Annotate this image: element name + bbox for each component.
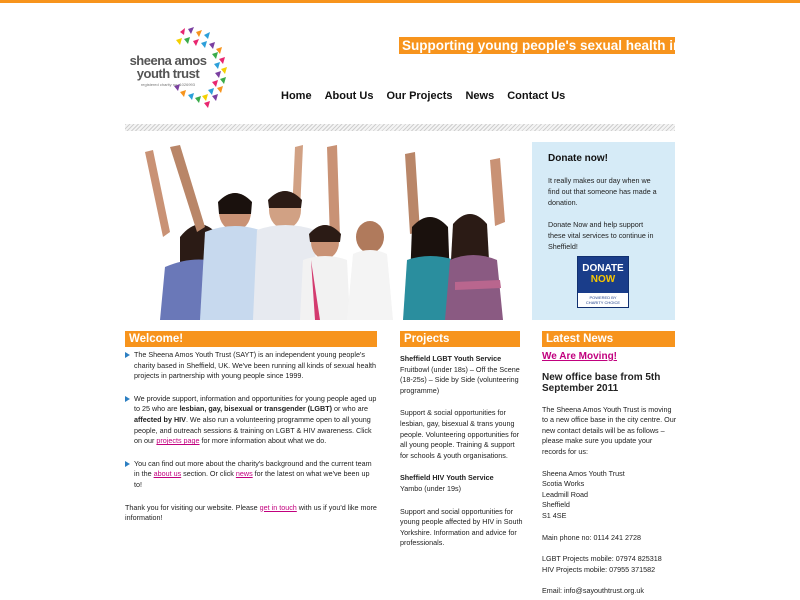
news-intro: The Sheena Amos Youth Trust is moving to…: [542, 404, 677, 456]
project-1-title: Sheffield LGBT Youth Service: [400, 354, 502, 363]
get-in-touch-link[interactable]: get in touch: [260, 503, 297, 512]
news-column: We Are Moving! New office base from 5th …: [542, 351, 677, 600]
welcome-item-1-text: The Sheena Amos Youth Trust (SAYT) is an…: [134, 350, 377, 381]
news-address: Sheena Amos Youth Trust Scotia Works Lea…: [542, 469, 677, 522]
lgbt-mobile: LGBT Projects mobile: 07974 825318: [542, 554, 662, 564]
welcome-item-3-text-b: section. Or click: [181, 469, 236, 479]
nav-contact-us[interactable]: Contact Us: [507, 90, 565, 102]
donate-heading: Donate now!: [548, 153, 608, 164]
projects-heading: Projects: [400, 331, 520, 347]
site-tagline: Supporting young people's sexual health …: [399, 37, 746, 54]
donate-btn-powered: POWERED BY CHARITY CHOICE: [578, 293, 628, 307]
we-are-moving-link[interactable]: We Are Moving!: [542, 351, 677, 363]
young-people-photo-icon: [125, 142, 528, 320]
logo-name-line2: youth trust: [136, 66, 200, 81]
address-line-5: S1 4SE: [542, 510, 567, 520]
logo-wordmark: sheena amos youth trust registered chari…: [128, 54, 208, 87]
project-2-title: Sheffield HIV Youth Service: [400, 473, 494, 483]
main-nav: Home About Us Our Projects News Contact …: [281, 90, 578, 102]
news-link[interactable]: news: [236, 469, 253, 478]
welcome-item-3: You can find out more about the charity'…: [125, 459, 377, 491]
donate-btn-line1: DONATE: [582, 263, 624, 274]
news-main-phone: Main phone no: 0114 241 2728: [542, 532, 641, 542]
project-2-subtitle: Yambo (under 19s): [400, 483, 461, 493]
welcome-column: The Sheena Amos Youth Trust (SAYT) is an…: [125, 350, 377, 524]
welcome-item-2-text-c: or who are: [332, 404, 368, 414]
donate-text-1: It really makes our day when we find out…: [548, 176, 657, 207]
welcome-item-2: We provide support, information and oppo…: [125, 394, 377, 447]
nav-home[interactable]: Home: [281, 90, 312, 102]
welcome-item-2-lgbt: lesbian, gay, bisexual or transgender (L…: [179, 404, 332, 414]
welcome-closing-text-a: Thank you for visiting our website. Plea…: [125, 502, 260, 512]
site-logo[interactable]: sheena amos youth trust registered chari…: [128, 26, 238, 116]
welcome-item-1: The Sheena Amos Youth Trust (SAYT) is an…: [125, 350, 377, 382]
striped-divider: [125, 124, 675, 131]
logo-charity-number: registered charity no. 1026993: [140, 82, 196, 87]
hero-photo: [125, 142, 528, 320]
project-2-description: Support and social opportunities for you…: [400, 506, 523, 548]
news-office-headline: New office base from 5th September 2011: [542, 371, 661, 395]
projects-page-link[interactable]: projects page: [156, 436, 199, 445]
welcome-item-2-hiv: affected by HIV: [134, 414, 186, 424]
welcome-closing: Thank you for visiting our website. Plea…: [125, 503, 377, 524]
address-line-4: Sheffield: [542, 500, 570, 510]
welcome-item-2-text-f: for more information about what we do.: [199, 436, 327, 446]
projects-column: Sheffield LGBT Youth Service Fruitbowl (…: [400, 354, 525, 561]
donate-panel: Donate now! It really makes our day when…: [532, 142, 675, 320]
donate-btn-brand: CHARITY CHOICE: [585, 300, 621, 305]
nav-news[interactable]: News: [465, 90, 494, 102]
nav-our-projects[interactable]: Our Projects: [386, 90, 452, 102]
latest-news-heading: Latest News: [542, 331, 675, 347]
project-1-description: Support & social opportunities for lesbi…: [400, 408, 520, 460]
top-accent-bar: [0, 0, 800, 3]
donate-btn-line2: NOW: [590, 274, 616, 285]
donate-now-button[interactable]: DONATE NOW POWERED BY CHARITY CHOICE: [577, 256, 629, 308]
donate-text-2: Donate Now and help support these vital …: [548, 220, 654, 251]
address-line-1: Sheena Amos Youth Trust: [542, 468, 625, 478]
news-email: Email: info@sayouthtrust.org.uk: [542, 586, 644, 596]
address-line-3: Leadmill Road: [542, 489, 588, 499]
nav-about-us[interactable]: About Us: [325, 90, 374, 102]
news-mobiles: LGBT Projects mobile: 07974 825318 HIV P…: [542, 554, 677, 575]
hiv-mobile: HIV Projects mobile: 07955 371582: [542, 564, 656, 574]
address-line-2: Scotia Works: [542, 479, 585, 489]
project-1-subtitle: Fruitbowl (under 18s) – Off the Scene (1…: [400, 364, 520, 395]
about-us-link[interactable]: about us: [154, 469, 182, 478]
welcome-heading: Welcome!: [125, 331, 377, 347]
